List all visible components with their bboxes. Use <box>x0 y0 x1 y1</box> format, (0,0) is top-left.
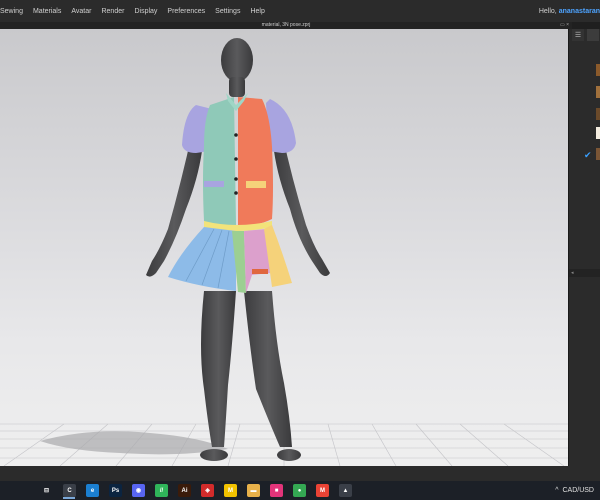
discord-icon[interactable]: ◉ <box>132 484 145 497</box>
scene-canvas <box>0 38 568 466</box>
menu-render[interactable]: Render <box>96 8 129 15</box>
left-pocket-flap <box>204 181 224 187</box>
edge-icon[interactable]: e <box>86 484 99 497</box>
fabric-swatch-2[interactable] <box>596 86 600 98</box>
file-explorer-icon[interactable]: ▬ <box>247 484 260 497</box>
gmail-icon[interactable]: M <box>316 484 329 497</box>
fabric-swatch-4[interactable] <box>596 127 600 139</box>
task-view-icon[interactable]: ⊟ <box>40 484 53 497</box>
menu-materials[interactable]: Materials <box>28 8 66 15</box>
button-2 <box>234 157 238 161</box>
menu-sewing[interactable]: Sewing <box>0 8 28 15</box>
system-tray: ^ CAD/USD <box>555 481 594 500</box>
clo-app-icon[interactable]: C <box>63 484 76 497</box>
photoshop-icon[interactable]: Ps <box>109 484 122 497</box>
button-4 <box>234 191 238 195</box>
right-pocket-flap <box>246 181 266 188</box>
skirt-yellow-panel[interactable] <box>264 225 292 287</box>
list-icon[interactable]: ☰ <box>572 29 584 41</box>
panel-divider[interactable]: ◂ <box>569 269 600 277</box>
currency-widget[interactable]: CAD/USD <box>562 487 594 494</box>
menu-bar: Sewing Materials Avatar Render Display P… <box>0 0 600 22</box>
menu-settings[interactable]: Settings <box>210 8 245 15</box>
greeting-text: Hello, <box>538 7 557 15</box>
skirt-blue-panel[interactable] <box>168 227 236 291</box>
username-link[interactable]: ananastaran <box>559 8 600 15</box>
menu-help[interactable]: Help <box>245 8 269 15</box>
pink-app-icon[interactable]: ■ <box>270 484 283 497</box>
belt-buckle <box>252 269 268 274</box>
chrome-icon[interactable]: ● <box>293 484 306 497</box>
status-bar <box>0 466 600 481</box>
vest-left-panel[interactable] <box>203 97 236 226</box>
menu-avatar[interactable]: Avatar <box>66 8 96 15</box>
file-title: material, 3N pose.zprj <box>261 22 311 28</box>
button-3 <box>234 177 238 181</box>
3d-viewport[interactable] <box>0 29 568 466</box>
fabric-swatch-5[interactable] <box>596 148 600 160</box>
fabric-swatch-1[interactable] <box>596 64 600 76</box>
panel-tab[interactable] <box>587 29 599 41</box>
photos-icon[interactable]: ▲ <box>339 484 352 497</box>
avatar-shadow <box>40 431 228 455</box>
window-controls-icon[interactable]: ▭ × <box>560 22 569 29</box>
active-app-indicator <box>63 497 75 499</box>
menu-display[interactable]: Display <box>129 8 162 15</box>
vest-right-panel[interactable] <box>238 97 273 226</box>
acrobat-icon[interactable]: ◈ <box>201 484 214 497</box>
miro-icon[interactable]: M <box>224 484 237 497</box>
object-browser-panel: ☰ ✔ ◂ <box>568 29 600 466</box>
fabric-swatch-3[interactable] <box>596 108 600 120</box>
user-greeting: Hello, ananastaran <box>539 0 600 22</box>
button-1 <box>234 133 238 137</box>
illustrator-icon[interactable]: Ai <box>178 484 191 497</box>
collapse-arrow-icon[interactable]: ◂ <box>571 269 574 277</box>
selected-check-icon[interactable]: ✔ <box>584 150 592 161</box>
tray-overflow-icon[interactable]: ^ <box>555 487 558 494</box>
menu-preferences[interactable]: Preferences <box>162 8 210 15</box>
document-title-bar: material, 3N pose.zprj ▭ × <box>0 22 572 29</box>
sheets-app-icon[interactable]: // <box>155 484 168 497</box>
